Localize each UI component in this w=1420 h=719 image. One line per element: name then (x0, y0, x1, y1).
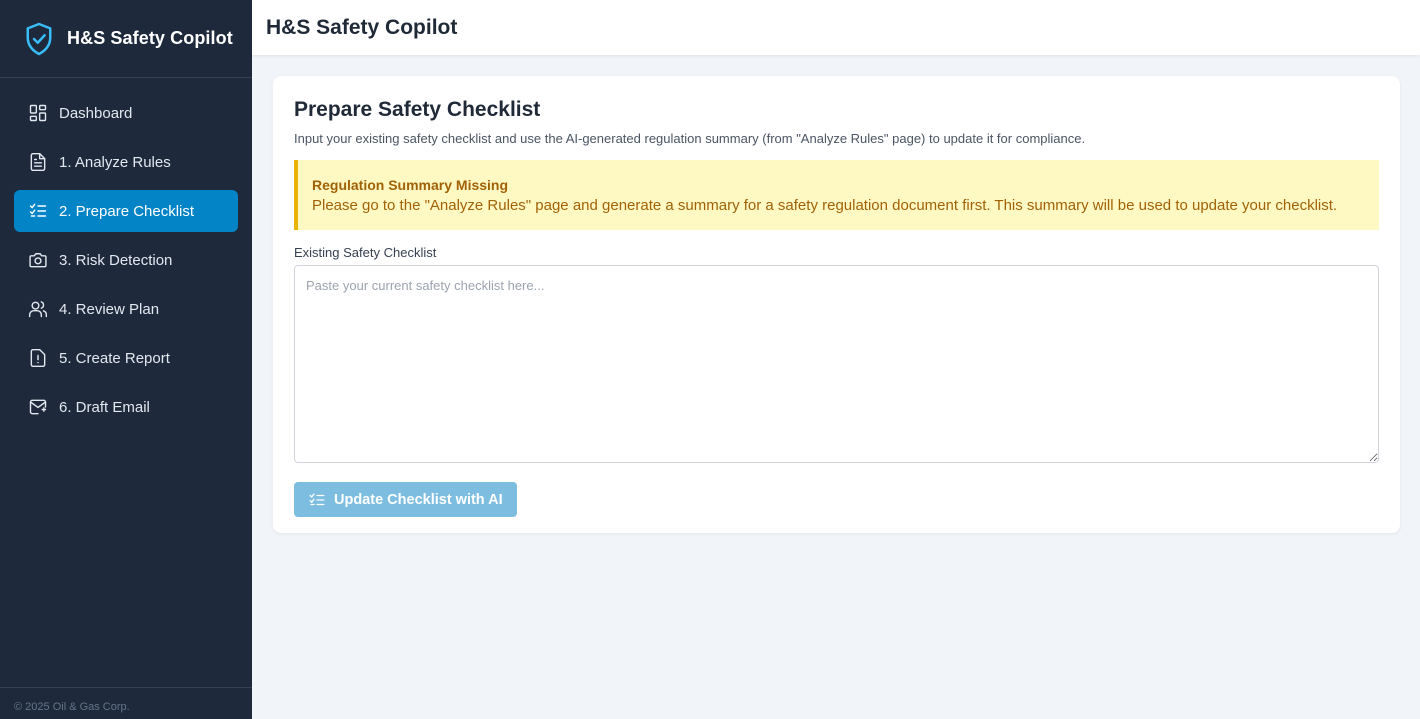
sidebar-item-analyze-rules[interactable]: 1. Analyze Rules (14, 141, 238, 183)
sidebar-item-label: 2. Prepare Checklist (59, 202, 195, 220)
users-icon (28, 299, 48, 319)
shield-check-icon (26, 22, 52, 55)
alert-title: Regulation Summary Missing (312, 177, 509, 193)
warning-alert: Regulation Summary Missing Please go to … (294, 160, 1379, 230)
sidebar-item-label: 3. Risk Detection (59, 251, 173, 269)
alert-text: Please go to the "Analyze Rules" page an… (312, 197, 1338, 214)
sidebar-item-dashboard[interactable]: Dashboard (14, 92, 238, 134)
checklist-field-label: Existing Safety Checklist (294, 245, 437, 260)
sidebar-item-label: 1. Analyze Rules (59, 153, 171, 171)
brand: H&S Safety Copilot (0, 0, 252, 78)
update-checklist-button[interactable]: Update Checklist with AI (294, 482, 517, 517)
checklist-icon (28, 201, 48, 221)
dashboard-icon (28, 103, 48, 123)
page-header-title: H&S Safety Copilot (266, 15, 458, 39)
checklist-textarea[interactable] (294, 265, 1379, 463)
sidebar-item-label: 5. Create Report (59, 349, 170, 367)
mail-icon (28, 397, 48, 417)
page-title: Prepare Safety Checklist (294, 98, 541, 121)
sidebar-item-create-report[interactable]: 5. Create Report (14, 337, 238, 379)
camera-icon (28, 250, 48, 270)
sidebar-item-risk-detection[interactable]: 3. Risk Detection (14, 239, 238, 281)
sidebar: H&S Safety Copilot Dashboard 1. Analyze … (0, 0, 252, 719)
sidebar-item-label: 6. Draft Email (59, 398, 150, 416)
sidebar-item-label: 4. Review Plan (59, 300, 160, 318)
document-icon (28, 152, 48, 172)
checklist-card: Prepare Safety Checklist Input your exis… (273, 76, 1400, 533)
sidebar-item-draft-email[interactable]: 6. Draft Email (14, 386, 238, 428)
alert-document-icon (28, 348, 48, 368)
sidebar-item-label: Dashboard (59, 104, 133, 122)
sidebar-item-review-plan[interactable]: 4. Review Plan (14, 288, 238, 330)
page-description: Input your existing safety checklist and… (294, 131, 1086, 146)
checklist-icon (308, 491, 326, 509)
app-name: H&S Safety Copilot (67, 28, 233, 48)
topbar: H&S Safety Copilot (252, 0, 1420, 55)
sidebar-nav: Dashboard 1. Analyze Rules 2. Prepare Ch… (0, 78, 252, 428)
update-checklist-label: Update Checklist with AI (334, 491, 503, 508)
sidebar-item-prepare-checklist[interactable]: 2. Prepare Checklist (14, 190, 238, 232)
sidebar-footer: © 2025 Oil & Gas Corp. (0, 687, 252, 719)
